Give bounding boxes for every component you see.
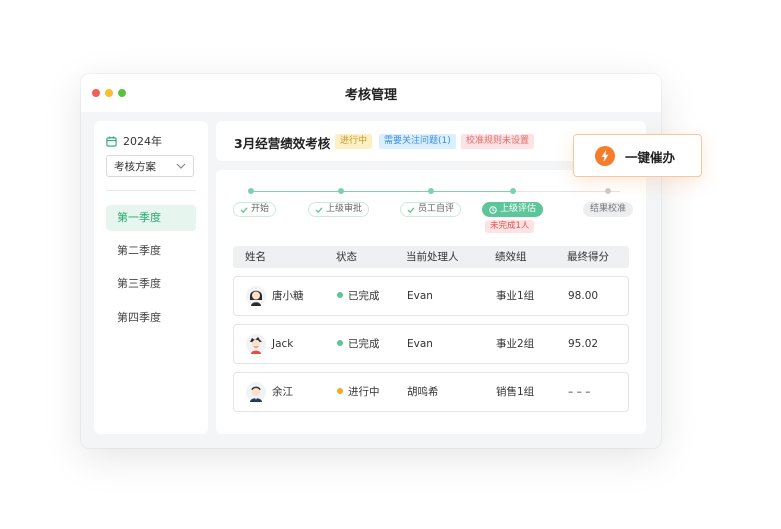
row-name: 余江	[272, 386, 293, 398]
avatar	[246, 286, 266, 306]
row-status-text: 进行中	[348, 386, 380, 398]
sidebar-item-q3[interactable]: 第三季度	[106, 271, 196, 297]
step-label: 开始	[251, 204, 270, 214]
row-score: 95.02	[568, 338, 599, 350]
chevron-down-icon	[176, 163, 186, 169]
row-handler: 胡鸣希	[407, 386, 439, 398]
sidebar-item-q4[interactable]: 第四季度	[106, 305, 196, 331]
step-self-review[interactable]: 员工自评	[400, 202, 462, 217]
table-header: 姓名 状态 当前处理人 绩效组 最终得分	[233, 246, 629, 268]
incomplete-count-badge: 未完成1人	[485, 220, 535, 233]
column-header-handler: 当前处理人	[406, 251, 459, 263]
check-icon	[240, 206, 248, 213]
issues-badge[interactable]: 需要关注问题(1)	[379, 134, 456, 149]
row-score: 98.00	[568, 290, 599, 302]
table-row[interactable]: Jack 已完成 Evan 事业2组 95.02	[233, 324, 629, 364]
row-group: 销售1组	[496, 386, 535, 398]
step-dot	[428, 188, 434, 194]
column-header-status: 状态	[336, 251, 357, 263]
column-header-score: 最终得分	[567, 251, 609, 263]
title-bar: 考核管理	[81, 74, 661, 112]
status-badge: 进行中	[335, 134, 373, 149]
year-picker[interactable]: 2024年	[106, 133, 162, 149]
calibration-badge[interactable]: 校准规则未设置	[461, 134, 535, 149]
row-name: Jack	[272, 338, 294, 350]
status-dot	[337, 340, 343, 346]
year-label: 2024年	[123, 135, 162, 148]
step-dot	[338, 188, 344, 194]
column-header-group: 绩效组	[495, 251, 527, 263]
main-panel: 开始 上级审批 员工自评 上级评估 未完成1人 结果校准 姓名 状态 当前处理人…	[216, 170, 646, 434]
progress-line-done	[252, 191, 514, 192]
app-window: 考核管理 2024年 考核方案 第一季度 第二季度 第三季度 第四季度 3月经营…	[81, 74, 661, 448]
table-row[interactable]: 唐小糖 已完成 Evan 事业1组 98.00	[233, 276, 629, 316]
sidebar-item-q2[interactable]: 第二季度	[106, 238, 196, 264]
divider	[106, 190, 196, 191]
row-status: 已完成	[337, 325, 380, 363]
row-handler: Evan	[407, 338, 433, 350]
step-superior-approval[interactable]: 上级审批	[308, 202, 370, 217]
row-handler: Evan	[407, 290, 433, 302]
clock-icon	[489, 205, 497, 214]
page-title: 3月经营绩效考核	[234, 136, 331, 151]
avatar	[246, 382, 266, 402]
row-status-text: 已完成	[348, 290, 380, 302]
column-header-name: 姓名	[245, 251, 266, 263]
table-row[interactable]: 余江 进行中 胡鸣希 销售1组 – – –	[233, 372, 629, 412]
step-dot	[510, 188, 516, 194]
step-label: 员工自评	[418, 204, 455, 214]
check-icon	[407, 206, 415, 213]
sidebar-item-q1[interactable]: 第一季度	[106, 205, 196, 231]
step-start[interactable]: 开始	[233, 202, 277, 217]
row-score: – – –	[568, 386, 591, 398]
row-status: 进行中	[337, 373, 380, 411]
one-click-reminder-label: 一键催办	[625, 150, 676, 165]
row-status: 已完成	[337, 277, 380, 315]
row-name: 唐小糖	[272, 290, 304, 302]
step-label: 结果校准	[590, 204, 627, 214]
row-group: 事业1组	[496, 290, 535, 302]
status-dot	[337, 388, 343, 394]
row-group: 事业2组	[496, 338, 535, 350]
window-title: 考核管理	[344, 88, 397, 103]
step-label: 上级审批	[326, 204, 363, 214]
step-dot	[248, 188, 254, 194]
lightning-icon	[595, 146, 615, 166]
step-result-calibration[interactable]: 结果校准	[583, 202, 634, 217]
step-superior-evaluation[interactable]: 上级评估	[482, 202, 544, 217]
status-dot	[337, 292, 343, 298]
check-icon	[315, 206, 323, 213]
step-label: 上级评估	[500, 204, 537, 214]
calendar-icon	[106, 135, 117, 147]
plan-select[interactable]: 考核方案	[106, 155, 194, 177]
one-click-reminder-button[interactable]: 一键催办	[573, 134, 702, 177]
row-status-text: 已完成	[348, 338, 380, 350]
sidebar: 2024年 考核方案 第一季度 第二季度 第三季度 第四季度	[94, 121, 208, 434]
avatar	[246, 334, 266, 354]
step-dot	[605, 188, 611, 194]
plan-select-value: 考核方案	[114, 160, 156, 173]
